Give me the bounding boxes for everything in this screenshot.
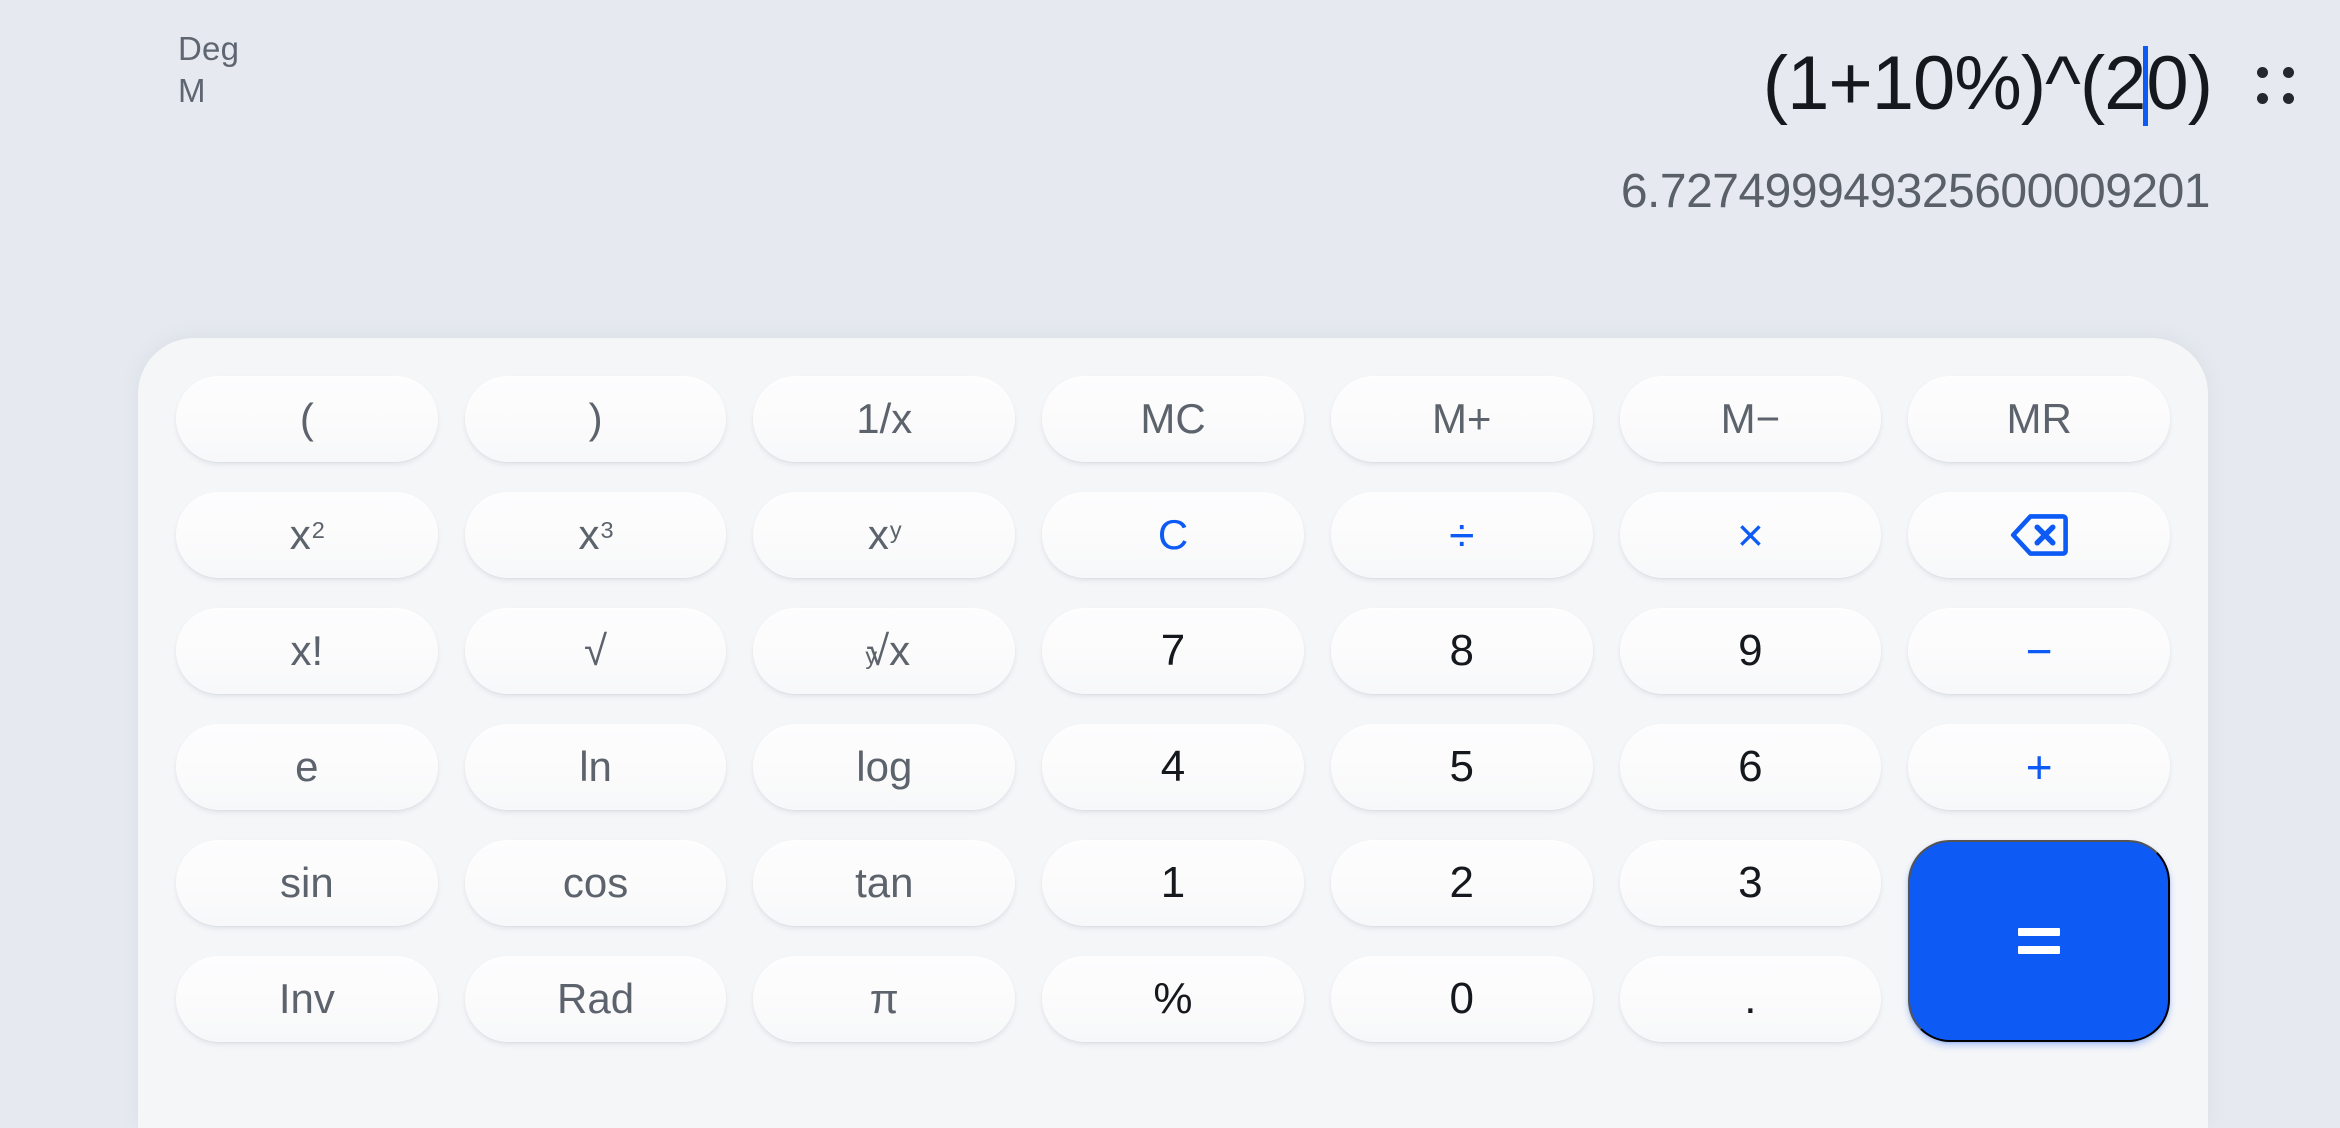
key-multiply[interactable]: × — [1619, 492, 1882, 578]
memory-indicator: M — [178, 72, 206, 110]
key-close-paren[interactable]: ) — [464, 376, 727, 462]
key-label: ln — [579, 743, 612, 790]
key-label: × — [1736, 509, 1764, 561]
key-label: MC — [1140, 395, 1206, 442]
key-equals[interactable] — [1908, 840, 2170, 1042]
key-2[interactable]: 2 — [1330, 840, 1593, 926]
key-divide[interactable]: ÷ — [1330, 492, 1593, 578]
key-label: sin — [280, 859, 334, 906]
key-square[interactable]: x2 — [176, 492, 438, 578]
key-pi[interactable]: π — [753, 956, 1016, 1042]
key-memory-subtract[interactable]: M− — [1619, 376, 1882, 462]
key-label: 7 — [1160, 626, 1186, 675]
key-label: ÷ — [1449, 509, 1475, 561]
key-label: M+ — [1431, 395, 1492, 442]
key-label: 1 — [1160, 858, 1186, 907]
keypad-panel: ( ) 1/x MC M+ M− MR x2 x3 xy C ÷ × x! √ … — [138, 338, 2208, 1128]
key-label: ( — [299, 395, 314, 442]
key-label: √ — [584, 627, 608, 674]
key-3[interactable]: 3 — [1619, 840, 1882, 926]
key-label: 3 — [1738, 858, 1763, 907]
key-sin[interactable]: sin — [176, 840, 438, 926]
key-7[interactable]: 7 — [1042, 608, 1304, 694]
key-label: x! — [290, 627, 324, 674]
key-subtract[interactable]: − — [1908, 608, 2170, 694]
key-grid: ( ) 1/x MC M+ M− MR x2 x3 xy C ÷ × x! √ … — [176, 376, 2170, 1042]
key-label: 2 — [1449, 858, 1474, 907]
key-5[interactable]: 5 — [1330, 724, 1593, 810]
grip-dot — [2256, 66, 2268, 78]
expression-after-cursor: 0) — [2146, 41, 2213, 126]
key-backspace[interactable] — [1908, 492, 2170, 578]
key-memory-clear[interactable]: MC — [1042, 376, 1304, 462]
key-open-paren[interactable]: ( — [176, 376, 438, 462]
key-decimal[interactable]: . — [1619, 956, 1882, 1042]
key-clear[interactable]: C — [1042, 492, 1304, 578]
key-label: − — [2025, 625, 2053, 677]
key-inverse[interactable]: Inv — [176, 956, 438, 1042]
key-label: 8 — [1449, 626, 1474, 675]
backspace-icon — [2011, 514, 2069, 556]
key-9[interactable]: 9 — [1619, 608, 1882, 694]
key-label: y √x — [865, 627, 911, 674]
text-cursor — [2143, 46, 2149, 126]
key-tan[interactable]: tan — [753, 840, 1016, 926]
expression-field[interactable]: (1+10%)^(2 0) — [1762, 41, 2213, 126]
expression-before-cursor: (1+10%)^(2 — [1762, 41, 2147, 126]
key-memory-add[interactable]: M+ — [1330, 376, 1593, 462]
key-label: ) — [588, 395, 603, 442]
grip-dot — [2282, 92, 2294, 104]
key-cube[interactable]: x3 — [464, 492, 727, 578]
key-label: 1/x — [856, 395, 913, 442]
key-label: π — [869, 975, 899, 1022]
expression-row[interactable]: (1+10%)^(2 0) — [1762, 41, 2213, 126]
key-radian[interactable]: Rad — [464, 956, 727, 1042]
key-nth-root[interactable]: y √x — [753, 608, 1016, 694]
equals-icon — [2018, 928, 2061, 954]
key-natural-log[interactable]: ln — [464, 724, 727, 810]
key-power[interactable]: xy — [753, 492, 1016, 578]
mode-indicator-group: Deg M — [178, 28, 239, 112]
grip-dot — [2256, 92, 2268, 104]
key-add[interactable]: + — [1908, 724, 2170, 810]
result-field: 6.727499949325600009201 — [1620, 165, 2211, 218]
key-label: C — [1157, 511, 1189, 558]
key-factorial[interactable]: x! — [176, 608, 438, 694]
key-label: 0 — [1449, 974, 1474, 1023]
key-6[interactable]: 6 — [1619, 724, 1882, 810]
key-label: . — [1744, 974, 1757, 1023]
grip-dot — [2282, 66, 2294, 78]
key-memory-recall[interactable]: MR — [1908, 376, 2170, 462]
key-label: 9 — [1738, 626, 1763, 675]
drag-grip-icon[interactable] — [2252, 62, 2298, 108]
key-8[interactable]: 8 — [1330, 608, 1593, 694]
key-label: M− — [1720, 395, 1781, 442]
key-label: Rad — [557, 975, 635, 1022]
key-euler[interactable]: e — [176, 724, 438, 810]
calculator-display: Deg M (1+10%)^(2 0) 6.727499949325600009… — [0, 0, 2340, 340]
key-label: % — [1153, 974, 1193, 1023]
key-label: cos — [562, 859, 629, 906]
key-4[interactable]: 4 — [1042, 724, 1304, 810]
key-reciprocal[interactable]: 1/x — [753, 376, 1016, 462]
key-label: x2 — [289, 511, 325, 558]
key-label: MR — [2006, 395, 2072, 442]
key-label: 5 — [1449, 742, 1474, 791]
angle-mode-indicator: Deg — [178, 30, 240, 67]
key-label: tan — [855, 859, 914, 906]
key-label: log — [856, 743, 913, 790]
key-label: xy — [867, 511, 902, 558]
key-label: 6 — [1738, 742, 1763, 791]
key-label: Inv — [278, 975, 335, 1022]
key-1[interactable]: 1 — [1042, 840, 1304, 926]
key-label: x3 — [578, 511, 614, 558]
key-square-root[interactable]: √ — [464, 608, 727, 694]
key-log[interactable]: log — [753, 724, 1016, 810]
key-0[interactable]: 0 — [1330, 956, 1593, 1042]
key-cos[interactable]: cos — [464, 840, 727, 926]
key-percent[interactable]: % — [1042, 956, 1304, 1042]
key-label: e — [295, 743, 319, 790]
key-label: 4 — [1160, 742, 1186, 791]
key-label: + — [2025, 741, 2053, 793]
